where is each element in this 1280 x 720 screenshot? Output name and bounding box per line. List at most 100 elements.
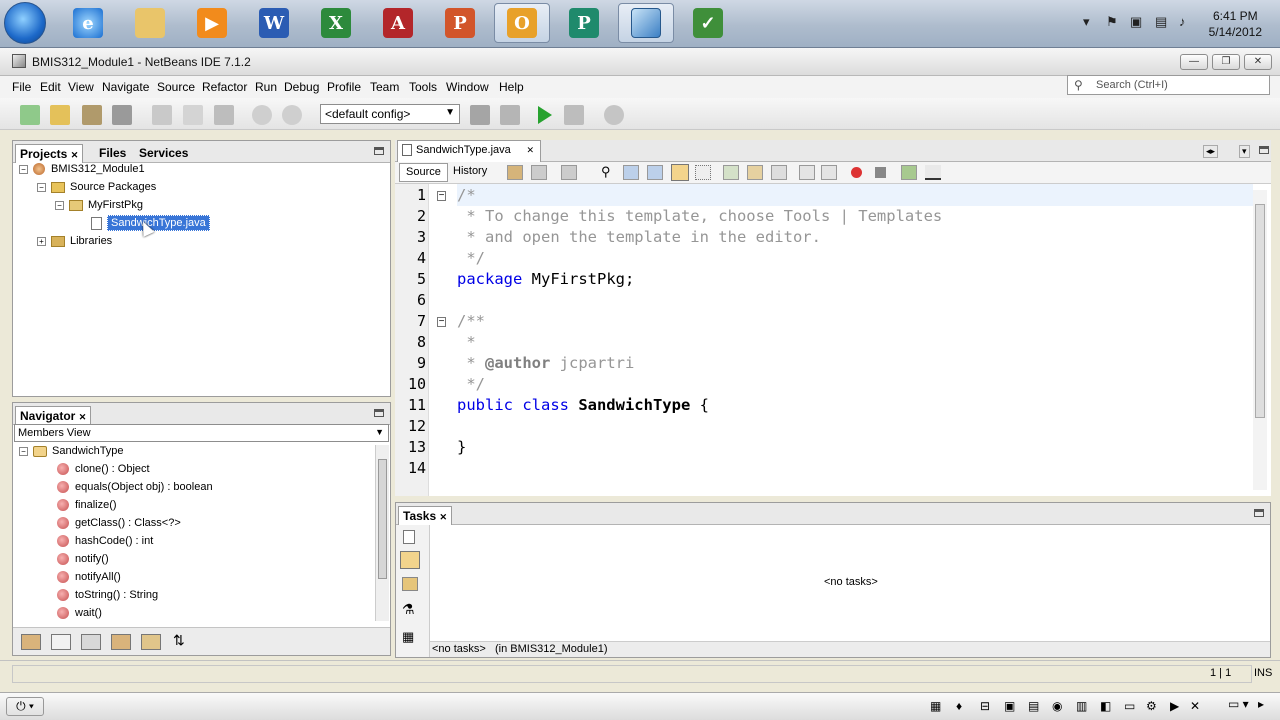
forward-icon[interactable]	[561, 165, 577, 180]
collapse-icon[interactable]: −	[19, 164, 28, 174]
tray-flag-icon[interactable]: ⚑	[1106, 14, 1118, 30]
list-item[interactable]: equals(Object obj) : boolean	[57, 481, 213, 494]
all-projects-icon[interactable]	[402, 577, 418, 591]
filter-static-icon[interactable]	[51, 634, 71, 650]
shift-right-icon[interactable]	[821, 165, 837, 180]
find-previous-icon[interactable]	[623, 165, 639, 180]
taskbar-media-button[interactable]: ▶	[184, 3, 240, 43]
close-tab-icon[interactable]: ✕	[79, 412, 87, 422]
stop-macro-icon[interactable]	[875, 167, 886, 178]
shared-folder-icon[interactable]: ◧	[1100, 699, 1111, 713]
previous-bookmark-icon[interactable]	[723, 165, 739, 180]
history-tab[interactable]: History	[453, 165, 487, 177]
menu-run[interactable]: Run	[255, 80, 277, 94]
filter-icon[interactable]: ⚗	[402, 601, 415, 618]
tray-volume-icon[interactable]: ♪	[1179, 14, 1186, 29]
tab-tasks[interactable]: Tasks ✕	[398, 506, 453, 525]
menu-debug[interactable]: Debug	[284, 80, 319, 94]
floppy-icon[interactable]: ▤	[1028, 699, 1039, 713]
last-edit-icon[interactable]	[507, 165, 523, 180]
current-project-icon[interactable]	[400, 551, 420, 569]
navigator-scrollbar[interactable]	[375, 445, 389, 621]
search-input[interactable]: ⚲ Search (Ctrl+I)	[1067, 75, 1270, 95]
next-bookmark-icon[interactable]	[747, 165, 763, 180]
taskbar-explorer-button[interactable]	[122, 3, 178, 43]
find-next-icon[interactable]	[647, 165, 663, 180]
list-item[interactable]: clone() : Object	[57, 463, 150, 476]
taskbar-powerpoint-button[interactable]: P	[432, 3, 488, 43]
disk-icon[interactable]: ▣	[1004, 699, 1015, 713]
scroll-tabs-icon[interactable]: ◂▸	[1203, 145, 1219, 158]
fold-icon[interactable]: −	[437, 317, 446, 327]
usb-icon[interactable]: ⊟	[980, 699, 990, 713]
copy-icon[interactable]	[183, 105, 203, 125]
close-tab-icon[interactable]: ✕	[71, 150, 79, 160]
menu-profile[interactable]: Profile	[327, 80, 361, 94]
cd-icon[interactable]: ◉	[1052, 699, 1062, 713]
taskbar-project-button[interactable]: ✓	[680, 3, 736, 43]
tab-projects[interactable]: Projects ✕	[15, 144, 84, 163]
source-tab[interactable]: Source	[399, 163, 448, 182]
mic-icon[interactable]: ♦	[956, 699, 962, 713]
taskbar-excel-button[interactable]: X	[308, 3, 364, 43]
tree-package-node[interactable]: − MyFirstPkg	[55, 199, 143, 211]
collapse-icon[interactable]: −	[19, 446, 28, 456]
list-item[interactable]: finalize()	[57, 499, 117, 512]
tree-source-packages[interactable]: − Source Packages	[37, 181, 156, 193]
menu-view[interactable]: View	[68, 80, 94, 94]
cut-icon[interactable]	[152, 105, 172, 125]
tree-project-node[interactable]: − BMIS312_Module1	[19, 163, 145, 176]
shift-left-icon[interactable]	[799, 165, 815, 180]
fold-icon[interactable]: −	[437, 191, 446, 201]
collapse-icon[interactable]: −	[55, 200, 64, 210]
play-icon[interactable]: ▶	[1170, 699, 1179, 713]
list-item[interactable]: notify()	[57, 553, 109, 566]
new-file-icon[interactable]	[20, 105, 40, 125]
settings-icon[interactable]: ⚙	[1146, 699, 1157, 713]
comment-icon[interactable]	[901, 165, 917, 180]
filter-nonpublic-icon[interactable]	[81, 634, 101, 650]
profile-project-icon[interactable]	[604, 105, 624, 125]
list-item[interactable]: notifyAll()	[57, 571, 121, 584]
tray-expand-icon[interactable]: ▾	[1083, 14, 1090, 30]
taskbar-publisher-button[interactable]: P	[556, 3, 612, 43]
redo-icon[interactable]	[282, 105, 302, 125]
scrollbar-thumb[interactable]	[378, 459, 387, 579]
sort-by-source-icon[interactable]: ⇅	[173, 632, 185, 649]
taskbar-outlook-button[interactable]: O	[494, 3, 550, 43]
menu-file[interactable]: File	[12, 80, 31, 94]
find-icon[interactable]: ⚲	[601, 164, 611, 180]
list-item[interactable]: toString() : String	[57, 589, 158, 602]
minimize-panel-icon[interactable]	[1254, 509, 1264, 517]
show-opened-docs-icon[interactable]: ▾	[1239, 145, 1250, 158]
maximize-button[interactable]: ❐	[1212, 54, 1240, 70]
filter-inherited-icon[interactable]	[111, 634, 131, 650]
menu-source[interactable]: Source	[157, 80, 195, 94]
close-tab-icon[interactable]: ✕	[526, 145, 534, 156]
config-select[interactable]: <default config> ▼	[320, 104, 460, 124]
menu-team[interactable]: Team	[370, 80, 399, 94]
minimize-panel-icon[interactable]	[374, 147, 384, 155]
toggle-highlight-icon[interactable]	[671, 164, 689, 181]
taskbar-netbeans-button[interactable]	[618, 3, 674, 43]
tab-sandwichtype-java[interactable]: SandwichType.java ✕	[397, 140, 541, 162]
tree-libraries-node[interactable]: + Libraries	[37, 235, 112, 247]
close-window-button[interactable]: ✕	[1244, 54, 1272, 70]
taskbar-ie-button[interactable]: e	[60, 3, 116, 43]
start-button[interactable]	[4, 2, 46, 44]
menu-window[interactable]: Window	[446, 80, 489, 94]
start-macro-icon[interactable]	[851, 167, 862, 178]
taskbar-access-button[interactable]: A	[370, 3, 426, 43]
expand-bar-icon[interactable]: ▸	[1258, 697, 1264, 711]
menu-tools[interactable]: Tools	[409, 80, 437, 94]
menu-refactor[interactable]: Refactor	[202, 80, 247, 94]
run-project-icon[interactable]	[538, 106, 552, 124]
network-adapter-icon[interactable]: ▥	[1076, 699, 1087, 713]
save-all-icon[interactable]	[112, 105, 132, 125]
build-hammer-icon[interactable]	[470, 105, 490, 125]
collapse-icon[interactable]: −	[37, 182, 46, 192]
sort-by-name-icon[interactable]	[141, 634, 161, 650]
maximize-editor-icon[interactable]	[1259, 146, 1269, 154]
new-project-icon[interactable]	[50, 105, 70, 125]
undo-icon[interactable]	[252, 105, 272, 125]
